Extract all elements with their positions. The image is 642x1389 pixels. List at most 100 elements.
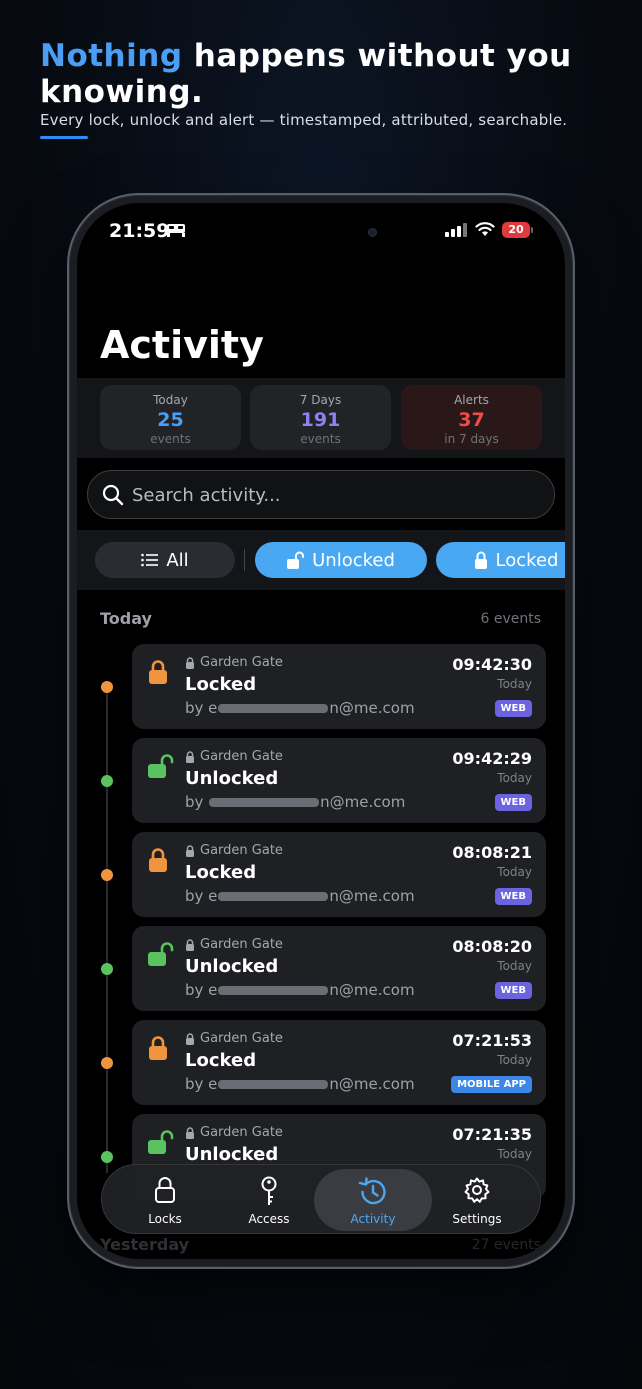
key-icon [261,1176,277,1205]
event-device-name: Garden Gate [200,655,283,670]
event-device-name: Garden Gate [200,1031,283,1046]
cellular-signal-icon [445,223,467,237]
front-camera [368,228,377,237]
redacted-email [209,798,320,807]
stat-sub: in 7 days [444,432,499,446]
source-badge: WEB [494,700,532,717]
padlock-open-icon [148,754,174,778]
small-lock-icon [186,844,194,857]
list-icon [141,553,159,567]
small-lock-icon [186,656,194,669]
timeline-dot-unlocked [101,1151,113,1163]
padlock-open-icon [148,942,174,966]
event-device: Garden Gate [185,1125,283,1140]
redacted-email [218,986,329,995]
search-icon [102,484,124,506]
tab-label: Activity [350,1212,396,1226]
event-day: Today [497,771,532,785]
source-badge: WEB [494,794,532,811]
headline-underline [40,136,88,139]
actor-suffix: n@me.com [329,981,415,999]
event-card[interactable]: Garden Gate Locked by e n@me.com 07:21:53… [132,1020,546,1105]
actor-prefix: by [185,793,209,811]
filter-band: All Unlocked Locked [77,530,565,590]
small-lock-icon [186,1032,194,1045]
stat-label: Alerts [454,393,489,407]
headline-accent: Nothing [40,38,183,74]
lock-icon [474,551,487,569]
section-count: 6 events [480,611,541,627]
tab-bar: Locks Access Activity Settings [101,1164,541,1234]
stat-alerts[interactable]: Alerts 37 in 7 days [401,385,542,450]
event-card[interactable]: Garden Gate Locked by e n@me.com 09:42:30… [132,644,546,729]
bed-icon [167,224,185,237]
stat-today[interactable]: Today 25 events [100,385,241,450]
event-actor: by e n@me.com [185,699,415,717]
actor-suffix: n@me.com [329,887,415,905]
event-device-name: Garden Gate [200,843,283,858]
status-bar: 21:59 20 [77,203,565,259]
actor-suffix: n@me.com [329,1075,415,1093]
event-action: Unlocked [185,1144,279,1165]
filter-all-label: All [166,549,189,571]
search-bar [87,470,555,519]
stat-label: 7 Days [299,393,342,407]
filter-locked-label: Locked [495,549,559,571]
event-card[interactable]: Garden Gate Locked by e n@me.com 08:08:21… [132,832,546,917]
battery-nub [531,227,533,233]
event-device-name: Garden Gate [200,937,283,952]
event-device: Garden Gate [185,1031,283,1046]
event-action: Unlocked [185,768,279,789]
tab-label: Access [248,1212,290,1226]
event-device: Garden Gate [185,937,283,952]
event-day: Today [497,959,532,973]
small-lock-icon [186,938,194,951]
gear-icon [464,1177,490,1203]
phone-screen: 21:59 20 Activity Today 25 events 7 Days… [77,203,565,1259]
small-lock-icon [186,750,194,763]
filter-unlocked-chip[interactable]: Unlocked [255,542,427,578]
padlock-closed-icon [149,660,167,684]
event-card[interactable]: Garden Gate Unlocked by e n@me.com 08:08:… [132,926,546,1011]
actor-prefix: by e [185,887,218,905]
event-action: Locked [185,862,257,883]
filter-divider [244,549,245,571]
timeline-line [106,683,108,1173]
tab-activity[interactable]: Activity [314,1169,432,1231]
marketing-headline: Nothing happens without you knowing. [40,38,620,110]
stat-value: 25 [157,409,184,431]
event-actor: by e n@me.com [185,887,415,905]
section-title-yesterday: Yesterday [100,1235,190,1254]
event-action: Locked [185,674,257,695]
event-time: 09:42:30 [452,655,532,674]
padlock-closed-icon [149,1036,167,1060]
source-badge: WEB [494,982,532,999]
event-time: 09:42:29 [452,749,532,768]
event-card[interactable]: Garden Gate Unlocked by n@me.com 09:42:2… [132,738,546,823]
filter-all-chip[interactable]: All [95,542,235,578]
actor-suffix: n@me.com [320,793,406,811]
actor-suffix: n@me.com [329,699,415,717]
actor-prefix: by e [185,981,218,999]
source-badge: WEB [494,888,532,905]
tab-settings[interactable]: Settings [427,1165,527,1235]
event-time: 08:08:20 [452,937,532,956]
event-day: Today [497,1147,532,1161]
section-title-today: Today [100,609,152,628]
tab-access[interactable]: Access [219,1165,319,1235]
event-day: Today [497,865,532,879]
event-action: Locked [185,1050,257,1071]
event-actor: by n@me.com [185,793,405,811]
battery-indicator: 20 [502,222,530,238]
wifi-icon [475,222,495,236]
tab-locks[interactable]: Locks [115,1165,215,1235]
stat-7-days[interactable]: 7 Days 191 events [250,385,391,450]
filter-unlocked-label: Unlocked [312,549,395,571]
tab-label: Settings [452,1212,502,1226]
event-time: 07:21:35 [452,1125,532,1144]
event-time: 08:08:21 [452,843,532,862]
filter-locked-chip[interactable]: Locked [436,542,565,578]
search-input[interactable] [132,481,532,509]
small-lock-icon [186,1126,194,1139]
timeline-dot-locked [101,1057,113,1069]
